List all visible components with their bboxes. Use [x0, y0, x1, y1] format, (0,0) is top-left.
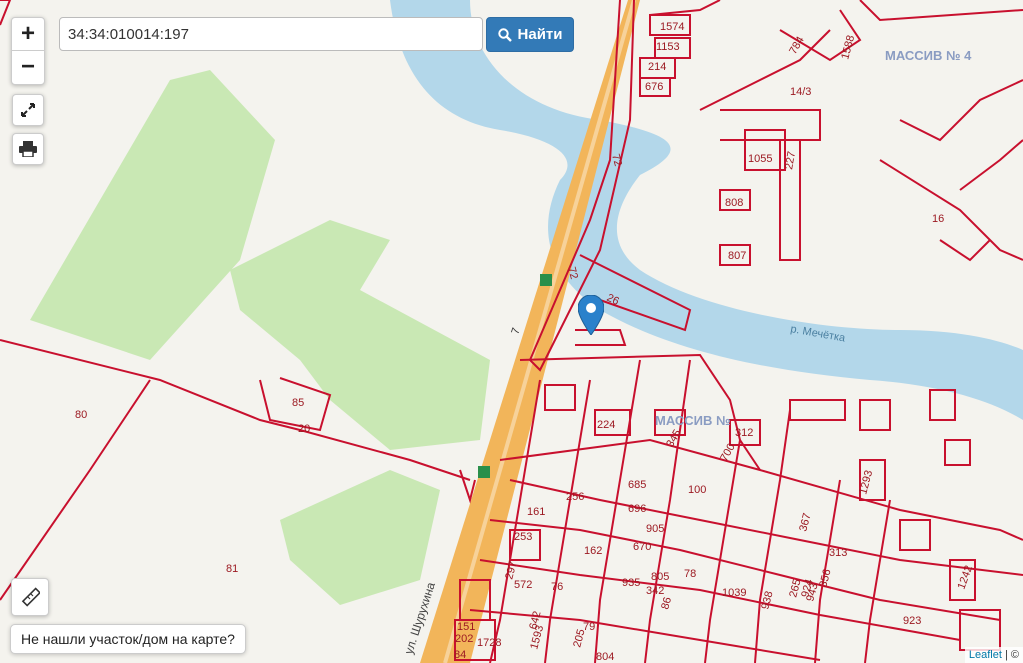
parcel-label: 81: [226, 563, 238, 575]
map-attribution: Leaflet | ©: [964, 647, 1023, 663]
parcel-label: 20: [298, 423, 310, 435]
parcel-label: 161: [527, 506, 545, 518]
massif-label: МАССИВ № 4: [885, 48, 972, 63]
zoom-in-button[interactable]: +: [12, 18, 44, 50]
parcel-label: 256: [566, 491, 584, 503]
parcel-label: 84: [454, 649, 466, 661]
parcel-label: 808: [725, 197, 743, 209]
attribution-suffix: | ©: [1004, 649, 1019, 661]
parcel-label: 1039: [722, 587, 746, 599]
parcel-label: 76: [551, 581, 563, 593]
parcel-label: 804: [596, 651, 614, 663]
printer-icon: [19, 141, 37, 157]
search-icon: [497, 27, 512, 42]
parcel-label: 80: [75, 409, 87, 421]
parcel-label: 1055: [748, 153, 772, 165]
parcel-label: 923: [903, 615, 921, 627]
parcel-label: 1153: [656, 41, 680, 53]
parcel-label: 202: [455, 633, 473, 645]
parcel-label: 312: [735, 427, 753, 439]
parcel-label: 78: [684, 568, 696, 580]
parcel-label: 224: [597, 419, 615, 431]
parcel-label: 1574: [660, 21, 684, 33]
print-button[interactable]: [12, 133, 44, 165]
location-marker-icon[interactable]: [578, 295, 604, 335]
not-found-button[interactable]: Не нашли участок/дом на карте?: [10, 624, 246, 654]
parcel-label: 313: [829, 547, 847, 559]
parcel-label: 685: [628, 479, 646, 491]
parcel-label: 805: [651, 571, 669, 583]
parcel-label: 905: [646, 523, 664, 535]
leaflet-link[interactable]: Leaflet: [969, 649, 1002, 661]
parcel-label: 162: [584, 545, 602, 557]
find-button-label: Найти: [517, 26, 563, 43]
road-sign-icon: [540, 274, 552, 286]
measure-button[interactable]: [11, 578, 49, 616]
parcel-label: 676: [645, 81, 663, 93]
road-sign-icon: [478, 466, 490, 478]
fullscreen-button[interactable]: [12, 94, 44, 126]
parcel-label: 572: [514, 579, 532, 591]
ruler-icon: [21, 587, 40, 607]
parcel-label: 342: [646, 585, 664, 597]
parcel-label: 696: [628, 503, 646, 515]
find-button[interactable]: Найти: [486, 17, 574, 52]
parcel-label: 935: [622, 577, 640, 589]
parcel-label: 79: [583, 621, 595, 633]
zoom-out-button[interactable]: −: [12, 50, 44, 83]
parcel-label: 1728: [477, 637, 501, 649]
zoom-control: + −: [11, 17, 45, 85]
parcel-label: 16: [932, 213, 944, 225]
parcel-label: 214: [648, 61, 666, 73]
cadastral-search-input[interactable]: [59, 17, 483, 51]
parcel-label: 253: [514, 531, 532, 543]
parcel-label: 807: [728, 250, 746, 262]
parcel-label: 151: [457, 621, 475, 633]
parcel-label: 100: [688, 484, 706, 496]
expand-icon: [21, 103, 35, 117]
parcel-label: 670: [633, 541, 651, 553]
massif-label: МАССИВ №: [655, 413, 731, 428]
map-canvas[interactable]: 80 81 20 85 72 72 26 1574 1153 214 676 7…: [0, 0, 1023, 663]
parcel-label: 85: [292, 397, 304, 409]
parcel-label: 14/3: [790, 86, 811, 98]
